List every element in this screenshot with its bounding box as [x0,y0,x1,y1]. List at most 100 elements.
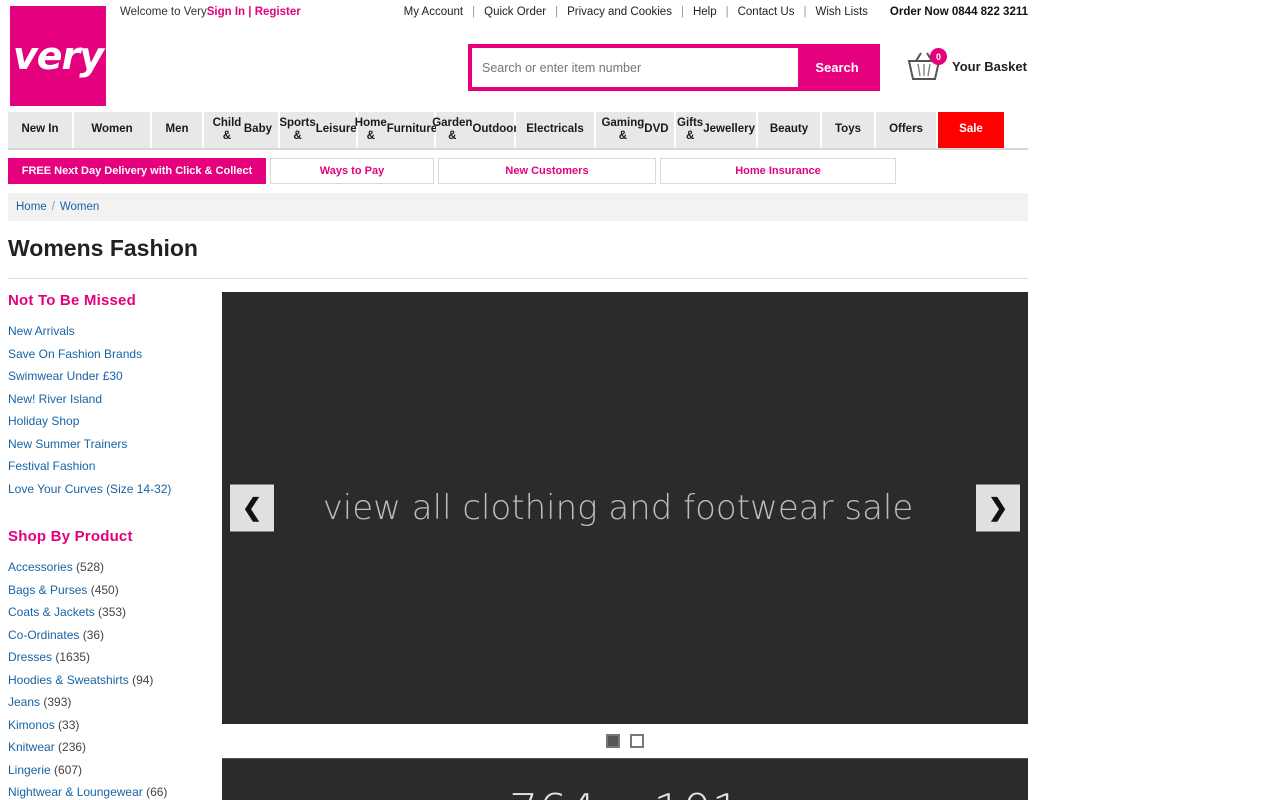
utility-link-wish-lists[interactable]: Wish Lists [816,6,868,18]
search-bar: Search [468,44,880,91]
carousel-slide-text: view all clothing and footwear sale [322,488,914,528]
basket-icon: 0 [905,48,947,82]
search-input[interactable] [472,48,798,87]
utility-link-separator: | [555,6,559,18]
sidebar-item-count: (66) [142,785,168,799]
site-logo[interactable]: very [10,6,106,106]
sidebar-item-count: (36) [79,627,105,642]
utility-link-separator: | [725,6,729,18]
sidebar-item-count: (528) [72,560,105,574]
sidebar-item-count: (353) [94,605,127,619]
nav-item-child-baby[interactable]: Child & Baby [204,112,280,148]
register-link[interactable]: Register [255,6,301,18]
utility-link-contact-us[interactable]: Contact Us [738,6,795,18]
site-header: very Welcome to VerySign In | Register M… [0,0,1036,112]
sidebar-item-co-ordinates[interactable]: Co-Ordinates (36) [8,624,214,647]
chevron-right-icon[interactable]: ❯ [976,484,1020,532]
promo-item-ways-to-pay[interactable]: Ways to Pay [270,158,434,184]
sidebar-item-count: (1635) [52,650,91,664]
page-content: Not To Be Missed New Arrivals Save On Fas… [8,292,1028,800]
carousel-dot-2[interactable] [630,734,644,748]
sidebar-item-love-your-curves-size-14-32[interactable]: Love Your Curves (Size 14-32) [8,478,214,501]
sidebar-item-accessories[interactable]: Accessories (528) [8,556,214,579]
sidebar-item-nightwear-loungewear[interactable]: Nightwear & Loungewear (66) [8,781,214,800]
sidebar: Not To Be Missed New Arrivals Save On Fas… [8,292,214,800]
sidebar-item-count: (94) [128,672,154,687]
nav-item-offers[interactable]: Offers [876,112,938,148]
chevron-left-icon[interactable]: ❮ [230,484,274,532]
nav-item-beauty[interactable]: Beauty [758,112,822,148]
carousel-pagination [222,724,1028,758]
nav-item-sports-leisure[interactable]: Sports & Leisure [279,112,358,148]
promo-item-home-insurance[interactable]: Home Insurance [660,158,896,184]
sidebar-heading-not-to-be-missed: Not To Be Missed [8,292,136,309]
sidebar-item-lingerie[interactable]: Lingerie (607) [8,759,214,782]
breadcrumb-current: Women [59,201,100,213]
sidebar-item-count: (236) [54,740,87,754]
sidebar-item-kimonos[interactable]: Kimonos (33) [8,714,214,737]
basket-count-badge: 0 [930,48,947,65]
sidebar-item-save-on-fashion-brands[interactable]: Save On Fashion Brands [8,343,214,366]
promo-bar: FREE Next Day Delivery with Click & Coll… [8,158,1028,184]
page-root: very Welcome to VerySign In | Register M… [0,0,1036,800]
breadcrumb-home[interactable]: Home [16,201,47,213]
utility-links: My Account | Quick Order | Privacy and Cooki… [404,6,1028,18]
promo-item-new-customers[interactable]: New Customers [438,158,656,184]
nav-item-home-furniture[interactable]: Home & Furniture [355,112,437,148]
nav-item-garden-outdoor[interactable]: Garden & Outdoor [432,112,518,148]
utility-link-separator: | [472,6,476,18]
hero-carousel: ❮ view all clothing and footwear sale ❯ [222,292,1028,724]
nav-item-gifts-jewellery[interactable]: Gifts & Jewellery [676,112,758,148]
utility-link-quick-order[interactable]: Quick Order [484,6,546,18]
promo-item-free-next-day-delivery-with-click-collect[interactable]: FREE Next Day Delivery with Click & Coll… [8,158,266,184]
sidebar-item-new-summer-trainers[interactable]: New Summer Trainers [8,433,214,456]
order-now-phone: Order Now 0844 822 3211 [889,6,1028,18]
breadcrumb-separator: / [51,201,55,213]
utility-link-separator: | [803,6,807,18]
basket-label: Your Basket [952,58,1027,74]
basket-widget[interactable]: 0 Your Basket [905,48,1027,82]
bottom-banner-text: 764 x 101 [509,784,741,800]
sidebar-item-count: (393) [40,695,72,709]
sidebar-item-count: (33) [54,717,80,732]
sidebar-item-coats-jackets[interactable]: Coats & Jackets (353) [8,601,214,624]
sidebar-item-jeans[interactable]: Jeans (393) [8,691,214,714]
utility-link-my-account[interactable]: My Account [404,6,463,18]
nav-item-gaming-dvd[interactable]: Gaming & DVD [596,112,676,148]
breadcrumb: Home / Women [8,193,1028,221]
sidebar-item-count: (607) [50,762,83,777]
carousel-dot-1[interactable] [606,734,620,748]
sidebar-item-count: (450) [87,582,119,597]
sidebar-item-hoodies-sweatshirts[interactable]: Hoodies & Sweatshirts (94) [8,669,214,692]
welcome-message: Welcome to VerySign In | Register [120,6,301,18]
sidebar-item-new-arrivals[interactable]: New Arrivals [8,320,214,343]
search-button[interactable]: Search [798,48,876,87]
sign-in-link[interactable]: Sign In [207,6,245,18]
nav-item-electricals[interactable]: Electricals [516,112,596,148]
sidebar-item-dresses[interactable]: Dresses (1635) [8,646,214,669]
main-navigation: New In Women Men Child & Baby Sports & Leisure… [8,112,1028,150]
sidebar-item-knitwear[interactable]: Knitwear (236) [8,736,214,759]
sidebar-heading-shop-by-product: Shop By Product [8,528,133,545]
sidebar-list-shop-by-product: Accessories (528) Bags & Purses (450) Coat… [8,556,214,800]
sidebar-item-swimwear-under-30[interactable]: Swimwear Under £30 [8,365,214,388]
main-column: ❮ view all clothing and footwear sale ❯ … [222,292,1028,800]
bottom-banner[interactable]: 764 x 101 [222,758,1028,800]
sidebar-item-new-river-island[interactable]: New! River Island [8,388,214,411]
logo-text: very [12,34,104,78]
auth-separator: | [248,6,252,18]
nav-item-sale[interactable]: Sale [938,112,1006,148]
nav-item-women[interactable]: Women [74,112,152,148]
sidebar-item-bags-purses[interactable]: Bags & Purses (450) [8,579,214,602]
page-title: Womens Fashion [8,235,1028,279]
sidebar-list-not-to-be-missed: New Arrivals Save On Fashion Brands Swimwe… [8,320,214,500]
sidebar-item-holiday-shop[interactable]: Holiday Shop [8,410,214,433]
sidebar-item-festival-fashion[interactable]: Festival Fashion [8,455,214,478]
welcome-text: Welcome to Very [120,6,207,18]
utility-link-privacy-and-cookies[interactable]: Privacy and Cookies [567,6,672,18]
nav-item-new-in[interactable]: New In [8,112,74,148]
utility-link-help[interactable]: Help [693,6,717,18]
nav-item-toys[interactable]: Toys [822,112,876,148]
utility-link-separator: | [680,6,684,18]
nav-item-men[interactable]: Men [152,112,204,148]
